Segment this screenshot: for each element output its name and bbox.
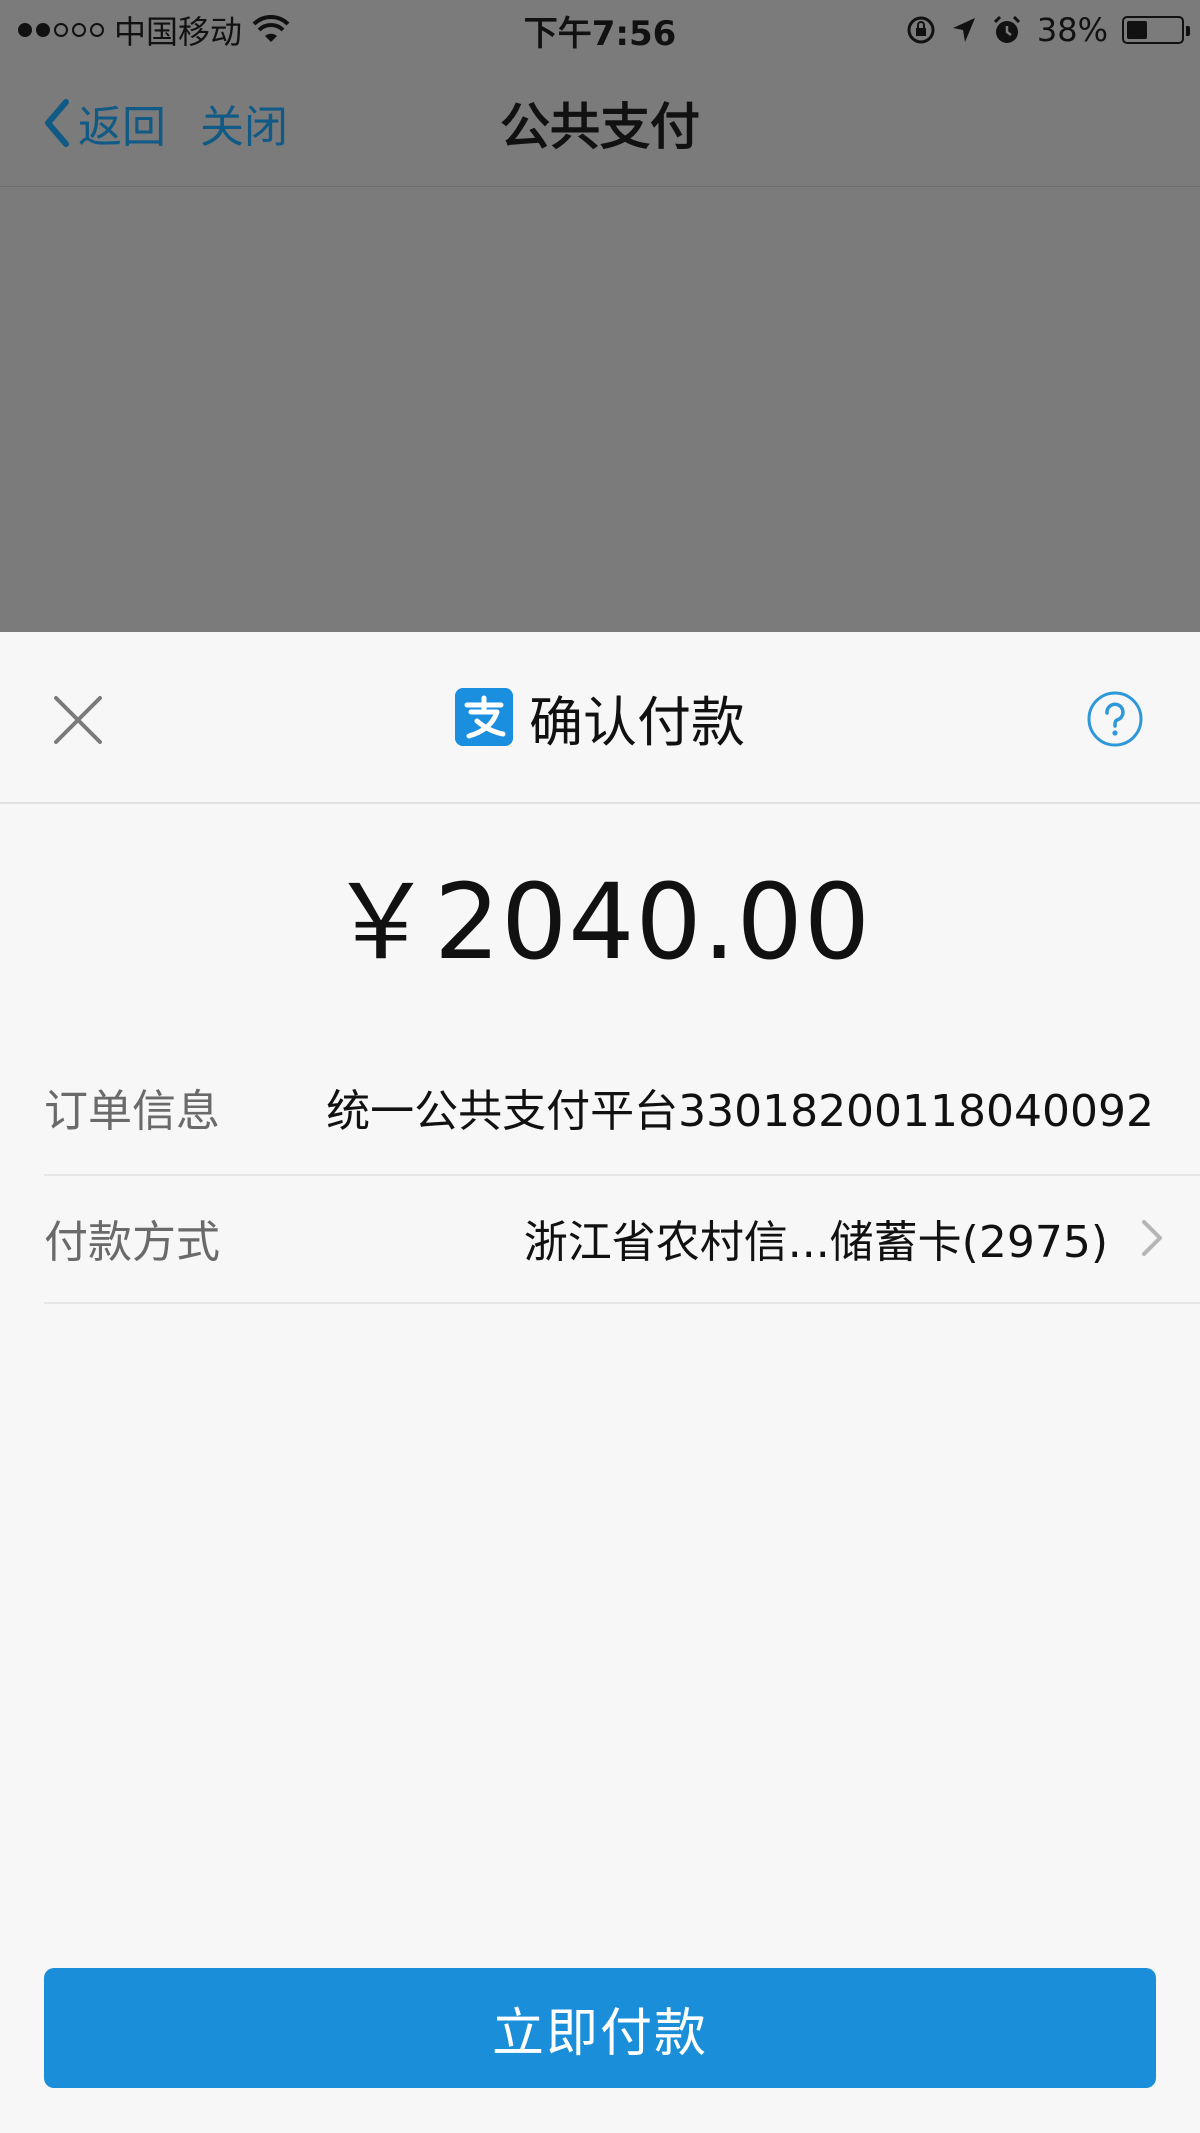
- navigation-bar: 返回 关闭 公共支付: [0, 60, 1200, 187]
- order-info-label: 订单信息: [44, 1086, 220, 1137]
- orientation-lock-icon: [907, 16, 935, 44]
- payment-method-row[interactable]: 付款方式 浙江省农村信...储蓄卡(2975): [44, 1174, 1200, 1304]
- payment-method-value: 浙江省农村信...储蓄卡(2975): [523, 1217, 1108, 1268]
- sheet-title-text: 确认付款: [529, 690, 745, 754]
- battery-percentage: 38%: [1036, 11, 1108, 49]
- back-button[interactable]: 返回: [42, 60, 166, 186]
- status-left: 中国移动: [18, 0, 290, 60]
- chevron-right-icon: [1140, 1174, 1164, 1302]
- payment-method-label: 付款方式: [44, 1217, 220, 1268]
- battery-icon: [1122, 16, 1190, 44]
- wifi-icon: [252, 15, 290, 42]
- back-label: 返回: [78, 102, 166, 153]
- alipay-logo-icon: [455, 688, 513, 746]
- chevron-left-icon: [45, 99, 69, 147]
- close-page-button[interactable]: 关闭: [200, 60, 288, 186]
- status-right: 38%: [905, 0, 1190, 60]
- page-title: 公共支付: [500, 98, 700, 156]
- signal-strength-icon: [18, 23, 104, 37]
- close-icon[interactable]: [50, 692, 106, 748]
- location-arrow-icon: [952, 18, 975, 42]
- help-icon[interactable]: [1086, 690, 1144, 748]
- carrier-name: 中国移动: [114, 13, 243, 51]
- payment-amount: ￥2040.00: [328, 860, 872, 983]
- order-info-row: 订单信息 统一公共支付平台33018200118040092: [44, 1040, 1200, 1176]
- status-bar: 中国移动 下午7:56 38%: [0, 0, 1200, 60]
- order-info-value: 统一公共支付平台33018200118040092: [326, 1086, 1154, 1137]
- sheet-header: 确认付款: [0, 632, 1200, 804]
- alarm-icon: [993, 15, 1020, 43]
- pay-now-button[interactable]: 立即付款: [44, 1968, 1156, 2088]
- confirm-payment-sheet: 确认付款 ￥2040.00 订单信息 统一公共支付平台3301820011804…: [0, 632, 1200, 2133]
- sheet-title: 确认付款: [0, 632, 1200, 802]
